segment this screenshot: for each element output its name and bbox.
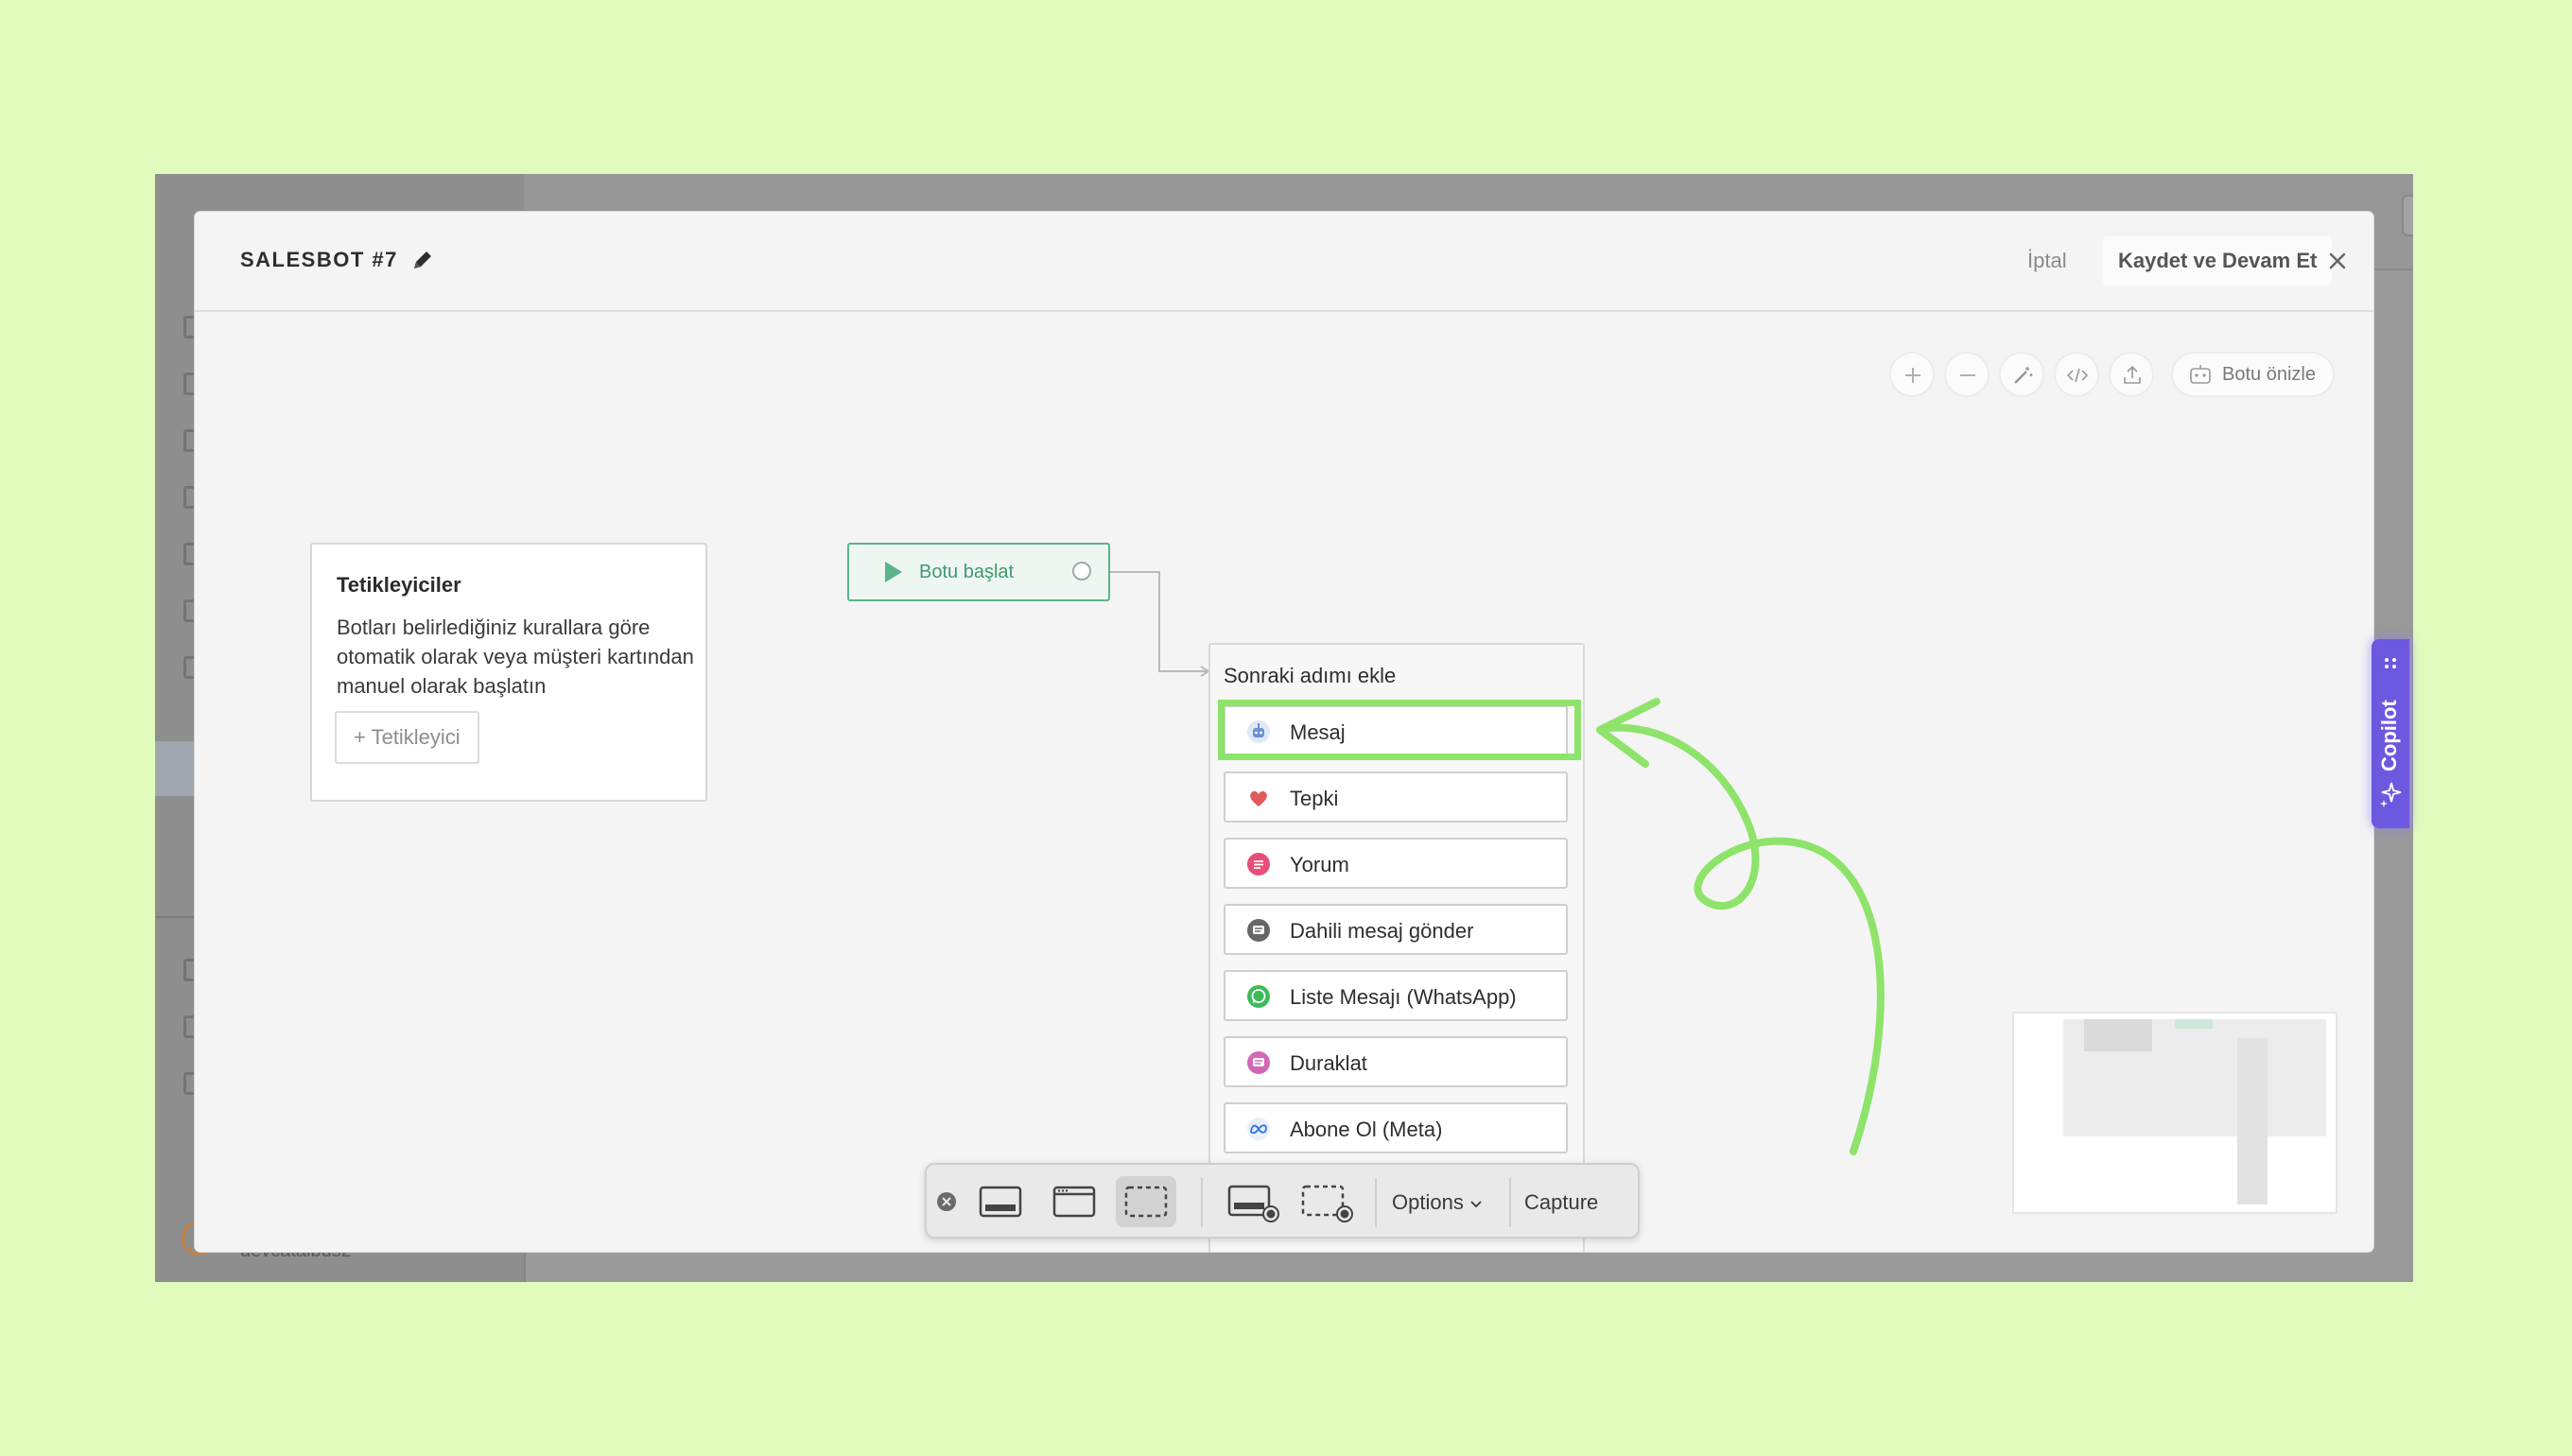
step-item-reaction[interactable]: Tepki: [1224, 771, 1568, 823]
save-continue-button[interactable]: Kaydet ve Devam Et: [2103, 236, 2333, 286]
step-item-label: Liste Mesajı (WhatsApp): [1290, 985, 1517, 1009]
step-item-comment[interactable]: Yorum: [1224, 838, 1568, 889]
code-icon: [2066, 368, 2089, 383]
step-item-label: Yorum: [1290, 853, 1349, 876]
selection-icon: [1124, 1186, 1168, 1218]
triggers-title: Tetikleyiciler: [337, 573, 461, 597]
step-item-label: Abone Ol (Meta): [1290, 1118, 1443, 1141]
page-title: SALESBOT #7: [240, 248, 398, 271]
whatsapp-icon: [1247, 985, 1270, 1008]
drag-handle-icon[interactable]: [2383, 656, 2398, 677]
export-button[interactable]: [2109, 352, 2154, 397]
options-button[interactable]: Options: [1379, 1178, 1496, 1227]
cancel-button[interactable]: İptal: [2018, 240, 2077, 282]
magic-wand-icon: [2014, 367, 2033, 384]
internal-message-icon: [1247, 919, 1270, 942]
capture-window-button[interactable]: [1044, 1176, 1104, 1227]
step-item-whatsapp-list[interactable]: Liste Mesajı (WhatsApp): [1224, 970, 1568, 1021]
close-icon: [937, 1192, 956, 1211]
next-step-panel: Sonraki adımı ekle Mesaj Tepki Yorum Dah…: [1208, 643, 1585, 1252]
start-bot-label: Botu başlat: [919, 562, 1015, 582]
capture-button[interactable]: Capture: [1503, 1178, 1619, 1227]
modal-header: SALESBOT #7 İptal Kaydet ve Devam Et: [195, 212, 2373, 312]
record-screen-icon: [1227, 1185, 1279, 1222]
close-icon[interactable]: [2324, 248, 2351, 274]
heart-icon: [1250, 790, 1267, 806]
step-item-label: Mesaj: [1290, 720, 1346, 744]
start-node-output-port[interactable]: [1072, 562, 1091, 581]
pencil-icon[interactable]: [408, 246, 437, 274]
minimap-preview: [2063, 1019, 2326, 1205]
step-item-label: Dahili mesaj gönder: [1290, 919, 1474, 943]
add-trigger-button[interactable]: + Tetikleyici: [335, 711, 479, 764]
step-item-label: Duraklat: [1290, 1051, 1367, 1075]
step-item-message[interactable]: Mesaj: [1224, 705, 1568, 756]
entire-screen-icon: [979, 1186, 1022, 1218]
play-icon: [885, 562, 902, 582]
preview-bot-label: Botu önizle: [2222, 364, 2316, 385]
toolbar-divider: [1375, 1178, 1377, 1227]
plus-icon: [1905, 368, 1920, 383]
record-selection-icon: [1301, 1185, 1353, 1222]
close-toolbar-button[interactable]: [930, 1176, 959, 1227]
step-item-pause[interactable]: Duraklat: [1224, 1036, 1568, 1087]
triggers-card: Tetikleyiciler Botları belirlediğiniz ku…: [310, 543, 707, 802]
capture-entire-screen-button[interactable]: [970, 1176, 1031, 1227]
background-button: [2402, 195, 2413, 236]
capture-selection-button[interactable]: [1116, 1176, 1176, 1227]
salesbot-editor-modal: SALESBOT #7 İptal Kaydet ve Devam Et Bot…: [195, 212, 2373, 1252]
start-bot-node[interactable]: Botu başlat: [847, 543, 1110, 601]
record-selection-button[interactable]: [1294, 1176, 1354, 1227]
options-label: Options: [1392, 1190, 1464, 1214]
bot-icon: [2190, 365, 2211, 384]
copilot-label: Copilot: [2377, 700, 2401, 771]
next-step-title: Sonraki adımı ekle: [1224, 664, 1397, 687]
auto-arrange-button[interactable]: [1999, 352, 2044, 397]
record-entire-screen-button[interactable]: [1220, 1176, 1280, 1227]
step-item-internal-message[interactable]: Dahili mesaj gönder: [1224, 904, 1568, 955]
step-item-subscribe-meta[interactable]: Abone Ol (Meta): [1224, 1102, 1568, 1153]
sparkle-icon: [2380, 782, 2402, 807]
preview-bot-button[interactable]: Botu önizle: [2171, 352, 2335, 397]
robot-icon: [1247, 720, 1270, 743]
comment-icon: [1247, 853, 1270, 875]
copilot-tab[interactable]: Copilot: [2372, 639, 2409, 828]
screenshot-toolbar: Options Capture: [925, 1163, 1640, 1239]
toolbar-divider: [1201, 1178, 1203, 1227]
zoom-out-button[interactable]: [1944, 352, 1990, 397]
meta-icon: [1247, 1118, 1270, 1140]
zoom-in-button[interactable]: [1889, 352, 1935, 397]
code-view-button[interactable]: [2054, 352, 2099, 397]
upload-icon: [2124, 365, 2141, 384]
window-icon: [1052, 1186, 1096, 1218]
step-item-label: Tepki: [1290, 787, 1339, 810]
canvas-minimap[interactable]: [2012, 1012, 2337, 1214]
pause-icon: [1247, 1051, 1270, 1074]
minus-icon: [1960, 374, 1975, 376]
triggers-description: Botları belirlediğiniz kurallara göre ot…: [337, 615, 694, 698]
chevron-down-icon: [1470, 1201, 1482, 1208]
